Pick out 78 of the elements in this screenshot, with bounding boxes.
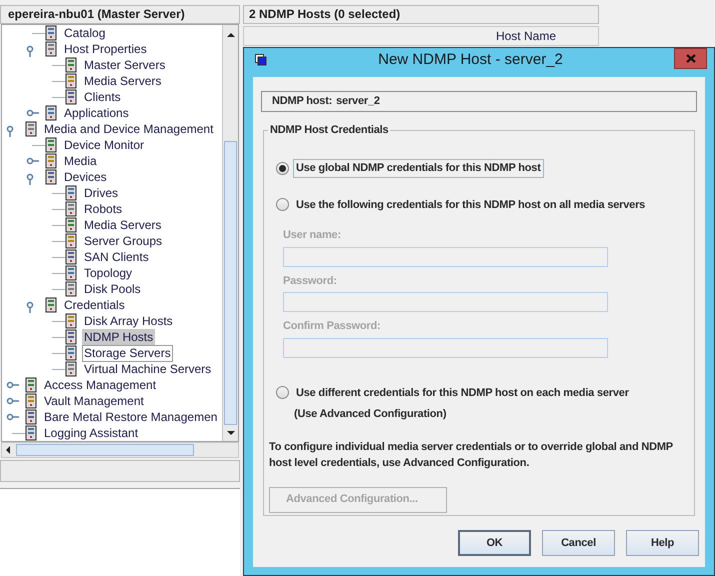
dialog-button[interactable]: OK [458,530,531,556]
server-icon [23,393,39,409]
dialog-button[interactable]: Cancel [542,530,615,556]
server-icon [43,25,59,41]
host-label: NDMP host: [272,94,332,110]
server-icon [63,217,79,233]
tree-item[interactable]: Clients [82,88,123,106]
tree-item[interactable]: Bare Metal Restore Managemen [42,408,220,426]
close-button[interactable] [674,48,707,69]
server-icon [63,201,79,217]
server-icon [63,345,79,361]
server-icon [63,57,79,73]
server-icon [63,89,79,105]
server-icon [43,153,59,169]
tree-item[interactable]: Server Groups [82,232,164,250]
tree-item[interactable]: Disk Pools [82,280,143,298]
tree-item[interactable]: Media [62,152,99,170]
server-icon [63,329,79,345]
tree-item[interactable]: SAN Clients [82,248,151,266]
tree-item[interactable]: Disk Array Hosts [82,312,175,330]
server-icon [63,313,79,329]
field-label: Confirm Password: [283,319,382,334]
scroll-thumb[interactable] [16,444,194,456]
server-icon [23,377,39,393]
server-icon [63,265,79,281]
tree-item[interactable]: Robots [82,200,124,218]
horizontal-scrollbar[interactable] [1,442,239,458]
server-icon [63,185,79,201]
tree-item[interactable]: NDMP Hosts [82,328,156,346]
dialog-button[interactable]: Help [626,530,699,556]
vertical-scrollbar[interactable] [222,25,238,441]
server-icon [43,105,59,121]
tree-item[interactable]: Topology [82,264,134,282]
option-label[interactable]: Use global NDMP credentials for this NDMP host [293,159,544,178]
tree-item[interactable]: Storage Servers [82,344,173,362]
tree-item[interactable]: Master Servers [82,56,168,74]
radio-button[interactable] [276,386,289,400]
server-icon [43,41,59,57]
radio-button[interactable] [276,198,289,212]
option-label[interactable]: Use the following credentials for this NDMP host on all media servers [293,196,648,214]
tree-item[interactable]: Drives [82,184,120,202]
window-icon [255,54,267,66]
server-icon [43,169,59,185]
server-icon [43,297,59,313]
list-header: 2 NDMP Hosts (0 selected) [243,5,599,24]
server-icon [63,73,79,89]
tree-item[interactable]: Media and Device Management [42,120,216,138]
tree-item[interactable]: Host Properties [62,40,149,58]
field-label: Password: [283,274,338,288]
field-label: User name: [283,228,342,243]
server-icon [63,233,79,249]
scroll-thumb[interactable] [224,141,237,425]
tree-item[interactable]: Applications [62,104,131,122]
option-label[interactable]: Use different credentials for this NDMP host on each media server [293,384,632,402]
option-note: (Use Advanced Configuration) [294,407,448,422]
server-title: epereira-nbu01 (Master Server) [0,5,240,24]
radio-button[interactable] [276,162,289,175]
tree-item[interactable]: Credentials [62,296,127,314]
dialog-title: New NDMP Host - server_2 [377,50,564,70]
host-value: server_2 [336,94,380,110]
server-icon [63,281,79,297]
tree-item[interactable]: Media Servers [82,72,164,90]
tree-item[interactable]: Virtual Machine Servers [82,360,214,378]
server-icon [63,249,79,265]
server-icon [23,425,39,441]
server-icon [23,121,39,137]
server-icon [63,361,79,377]
tree-item[interactable]: Media Servers [82,216,164,234]
tree-item[interactable]: Vault Management [42,392,146,410]
close-icon [686,54,696,63]
tree-item[interactable]: Device Monitor [62,136,146,154]
server-icon [43,137,59,153]
info-text: To configure individual media server credentials or to override global and NDMP host level credentials, use Advanced Configuration. [269,440,674,470]
tree-item[interactable]: Devices [62,168,109,186]
tree-item[interactable]: Logging Assistant [42,424,140,441]
server-icon [23,409,39,425]
tree-item[interactable]: Access Management [42,376,158,394]
tree-item[interactable]: Catalog [62,25,108,42]
